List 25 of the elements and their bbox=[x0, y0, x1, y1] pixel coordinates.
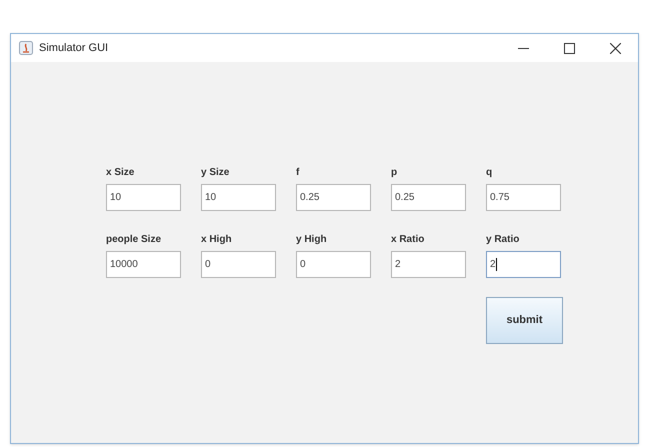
field-label: y Size bbox=[201, 166, 230, 179]
field-label: f bbox=[296, 166, 300, 179]
submit-button[interactable]: submit bbox=[486, 297, 563, 344]
field-label: x High bbox=[201, 233, 233, 246]
field-label: people Size bbox=[106, 233, 162, 246]
window-title: Simulator GUI bbox=[39, 40, 108, 56]
field-label: y Ratio bbox=[486, 233, 520, 246]
text-field[interactable]: 0.75 bbox=[486, 184, 561, 211]
text-field[interactable]: 0 bbox=[201, 251, 276, 278]
field-label: y High bbox=[296, 233, 328, 246]
maximize-icon[interactable] bbox=[564, 42, 574, 54]
text-field[interactable]: 0.25 bbox=[296, 184, 371, 211]
text-field[interactable]: 2 bbox=[486, 251, 561, 278]
field-label: x Ratio bbox=[391, 233, 426, 246]
field-label: p bbox=[391, 166, 398, 179]
text-field[interactable]: 10 bbox=[201, 184, 276, 211]
app-icon bbox=[19, 41, 33, 55]
text-field[interactable]: 0 bbox=[296, 251, 371, 278]
text-field[interactable]: 0.25 bbox=[391, 184, 466, 211]
field-label: q bbox=[486, 166, 494, 179]
text-field[interactable]: 2 bbox=[391, 251, 466, 278]
text-field[interactable]: 10000 bbox=[106, 251, 181, 278]
close-icon[interactable] bbox=[610, 42, 620, 54]
text-field[interactable]: 10 bbox=[106, 184, 181, 211]
field-label: x Size bbox=[106, 166, 136, 179]
